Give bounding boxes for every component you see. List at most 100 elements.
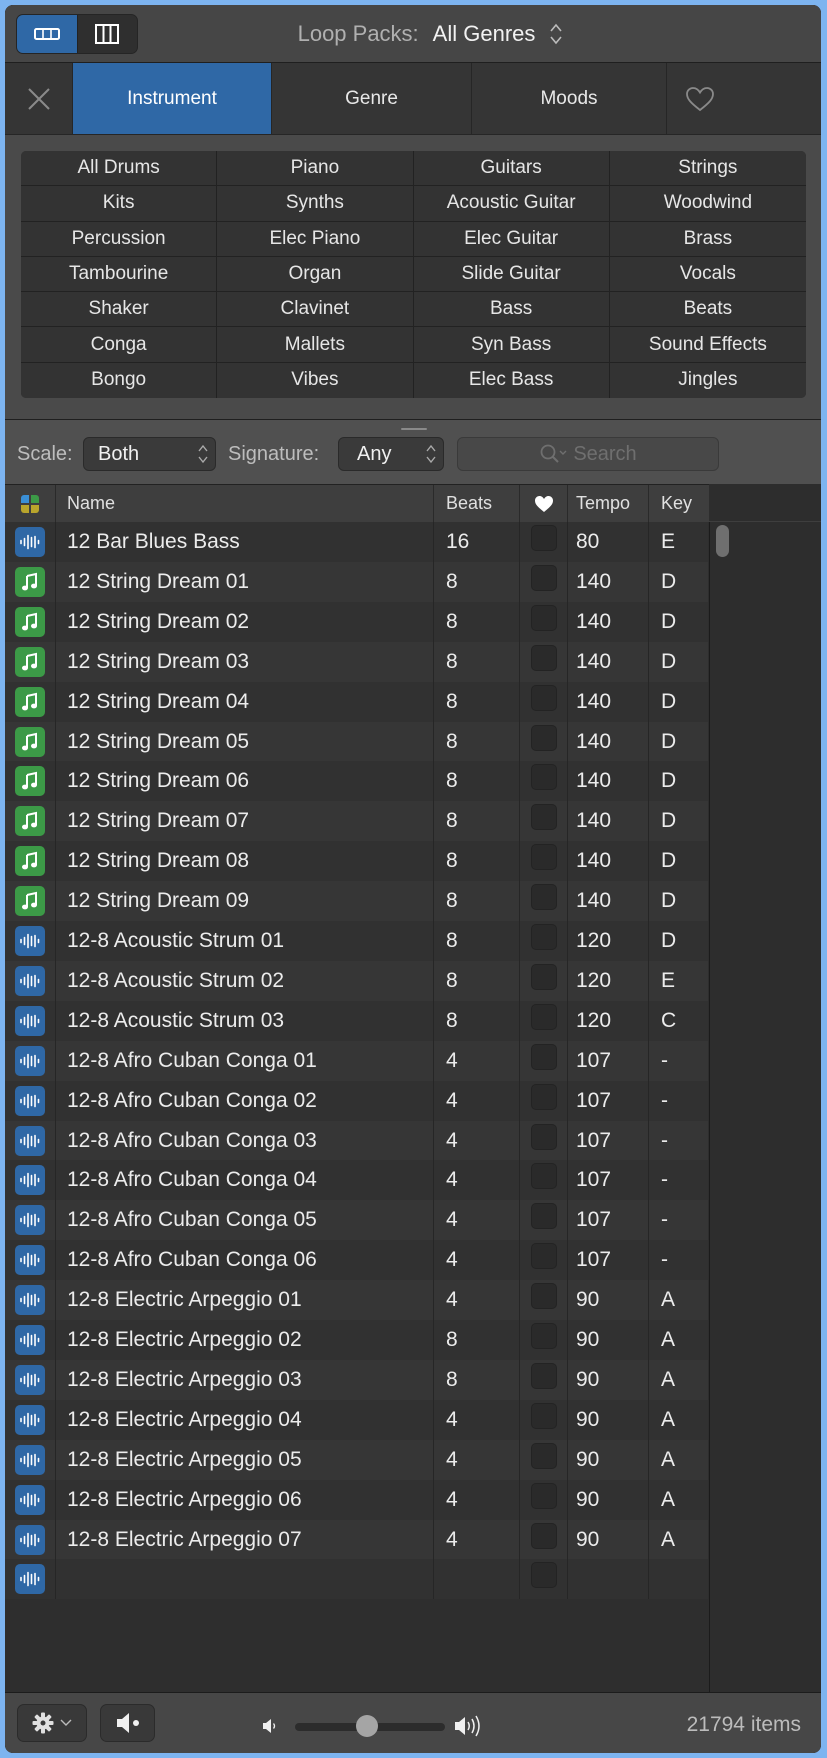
- table-row[interactable]: 12-8 Afro Cuban Conga 05 4 107-: [5, 1200, 708, 1241]
- favorite-checkbox[interactable]: [530, 1562, 557, 1589]
- table-row[interactable]: 12-8 Electric Arpeggio 01 4 90 A: [5, 1280, 708, 1321]
- table-row[interactable]: 12 String Dream 04 8 140 D: [5, 681, 708, 722]
- table-row[interactable]: 12-8 Electric Arpeggio 07 4 90 A: [5, 1519, 708, 1560]
- category-button[interactable]: Organ: [217, 256, 414, 293]
- favorite-checkbox[interactable]: [530, 924, 557, 950]
- table-row[interactable]: 12-8 Afro Cuban Conga 04 4 107-: [5, 1160, 708, 1201]
- category-button[interactable]: Elec Guitar: [413, 221, 610, 257]
- category-button[interactable]: Sound Effects: [609, 327, 806, 363]
- signature-popup[interactable]: Any: [338, 437, 444, 471]
- category-button[interactable]: Bongo: [21, 362, 218, 398]
- table-row[interactable]: 12-8 Afro Cuban Conga 02 4 107-: [5, 1080, 708, 1121]
- category-button[interactable]: Brass: [609, 221, 806, 257]
- favorite-checkbox[interactable]: [530, 1003, 557, 1030]
- table-row[interactable]: 12 String Dream 02 8 140 D: [5, 601, 708, 642]
- favorite-checkbox[interactable]: [530, 1442, 557, 1469]
- category-button[interactable]: Beats: [609, 292, 806, 328]
- table-row[interactable]: 12-8 Afro Cuban Conga 06 4 107-: [5, 1240, 708, 1281]
- table-row[interactable]: 12 String Dream 05 8 140 D: [5, 721, 708, 762]
- category-button[interactable]: Jingles: [609, 362, 806, 398]
- tab-instrument[interactable]: Instrument: [73, 63, 272, 134]
- table-row[interactable]: 12 Bar Blues Bass 16 80 E: [5, 522, 708, 562]
- category-button[interactable]: Piano: [217, 151, 414, 187]
- column-header-key[interactable]: Key: [649, 485, 709, 522]
- table-row[interactable]: 12-8 Acoustic Strum 01 8 120 D: [5, 921, 708, 961]
- category-button[interactable]: Guitars: [413, 151, 610, 187]
- category-button[interactable]: Vibes: [217, 362, 414, 398]
- category-button[interactable]: Strings: [609, 151, 806, 187]
- category-button[interactable]: Vocals: [609, 256, 806, 293]
- favorite-checkbox[interactable]: [530, 884, 557, 911]
- category-button[interactable]: Synths: [217, 186, 414, 222]
- table-row[interactable]: 12 String Dream 03 8 140 D: [5, 641, 708, 682]
- favorite-checkbox[interactable]: [530, 1243, 557, 1270]
- preview-in-solo-button[interactable]: [100, 1704, 155, 1742]
- category-button[interactable]: Kits: [21, 186, 218, 222]
- clear-filter-button[interactable]: [5, 63, 73, 134]
- favorite-checkbox[interactable]: [530, 1083, 557, 1110]
- category-button[interactable]: Percussion: [21, 221, 218, 257]
- favorite-checkbox[interactable]: [530, 1402, 557, 1429]
- table-row[interactable]: 12 String Dream 07 8 140 D: [5, 801, 708, 842]
- column-header-name[interactable]: Name: [56, 485, 434, 522]
- table-row[interactable]: 12-8 Electric Arpeggio 04 4 90 A: [5, 1399, 708, 1440]
- favorite-checkbox[interactable]: [530, 963, 557, 990]
- favorite-checkbox[interactable]: [530, 1482, 557, 1509]
- category-button[interactable]: Bass: [413, 292, 610, 328]
- table-row[interactable]: 12-8 Electric Arpeggio 05 4 90 A: [5, 1439, 708, 1480]
- tab-genre[interactable]: Genre: [272, 63, 472, 134]
- category-button[interactable]: Slide Guitar: [413, 256, 610, 293]
- favorite-checkbox[interactable]: [530, 724, 557, 751]
- category-button[interactable]: Woodwind: [609, 186, 806, 222]
- column-header-favorite[interactable]: [520, 485, 568, 522]
- category-button[interactable]: All Drums: [21, 151, 218, 187]
- column-header-type[interactable]: [5, 485, 56, 522]
- category-button[interactable]: Conga: [21, 327, 218, 363]
- table-row[interactable]: 12-8 Electric Arpeggio 02 8 90 A: [5, 1320, 708, 1360]
- search-field[interactable]: Search: [457, 437, 719, 471]
- category-button[interactable]: Mallets: [217, 327, 414, 363]
- category-button[interactable]: Syn Bass: [413, 327, 610, 363]
- tab-moods[interactable]: Moods: [472, 63, 667, 134]
- category-button[interactable]: Clavinet: [217, 292, 414, 328]
- scrollbar-thumb[interactable]: [716, 525, 729, 557]
- favorite-checkbox[interactable]: [530, 804, 557, 831]
- loop-packs-selector[interactable]: Loop Packs: All Genres: [5, 5, 821, 62]
- category-button[interactable]: Elec Piano: [217, 221, 414, 257]
- favorites-tab[interactable]: [667, 63, 821, 134]
- settings-menu-button[interactable]: [17, 1704, 87, 1742]
- table-row[interactable]: 12-8 Electric Arpeggio 06 4 90 A: [5, 1479, 708, 1520]
- favorite-checkbox[interactable]: [530, 1283, 557, 1310]
- favorite-checkbox[interactable]: [530, 844, 557, 871]
- category-button[interactable]: Shaker: [21, 292, 218, 328]
- table-row[interactable]: 12 String Dream 08 8 140 D: [5, 841, 708, 882]
- favorite-checkbox[interactable]: [530, 644, 557, 671]
- category-button[interactable]: Elec Bass: [413, 362, 610, 398]
- favorite-checkbox[interactable]: [530, 1323, 557, 1349]
- vertical-scrollbar[interactable]: [709, 522, 821, 1692]
- favorite-checkbox[interactable]: [530, 1203, 557, 1230]
- favorite-checkbox[interactable]: [530, 1123, 557, 1150]
- table-row[interactable]: 12-8 Afro Cuban Conga 01 4 107-: [5, 1040, 708, 1081]
- category-button[interactable]: Acoustic Guitar: [413, 186, 610, 222]
- favorite-checkbox[interactable]: [530, 684, 557, 711]
- favorite-checkbox[interactable]: [530, 564, 557, 591]
- table-row[interactable]: 12-8 Afro Cuban Conga 03 4 107-: [5, 1120, 708, 1161]
- favorite-checkbox[interactable]: [530, 764, 557, 791]
- table-row[interactable]: 12-8 Acoustic Strum 02 8 120 E: [5, 960, 708, 1001]
- column-header-tempo[interactable]: Tempo: [568, 485, 649, 522]
- table-row[interactable]: 12 String Dream 01 8 140 D: [5, 561, 708, 602]
- table-row[interactable]: 12 String Dream 09 8 140 D: [5, 881, 708, 922]
- favorite-checkbox[interactable]: [530, 1522, 557, 1549]
- volume-slider-thumb[interactable]: [356, 1715, 378, 1737]
- table-row[interactable]: 12-8 Electric Arpeggio 03 8 90 A: [5, 1359, 708, 1400]
- table-row[interactable]: 12-8 Acoustic Strum 03 8 120 C: [5, 1000, 708, 1041]
- scale-popup[interactable]: Both: [83, 437, 216, 471]
- favorite-checkbox[interactable]: [530, 1043, 557, 1070]
- favorite-checkbox[interactable]: [530, 525, 557, 551]
- favorite-checkbox[interactable]: [530, 1163, 557, 1190]
- category-button[interactable]: Tambourine: [21, 256, 218, 293]
- favorite-checkbox[interactable]: [530, 604, 557, 631]
- table-row[interactable]: [5, 1559, 708, 1600]
- resize-handle[interactable]: [401, 428, 427, 430]
